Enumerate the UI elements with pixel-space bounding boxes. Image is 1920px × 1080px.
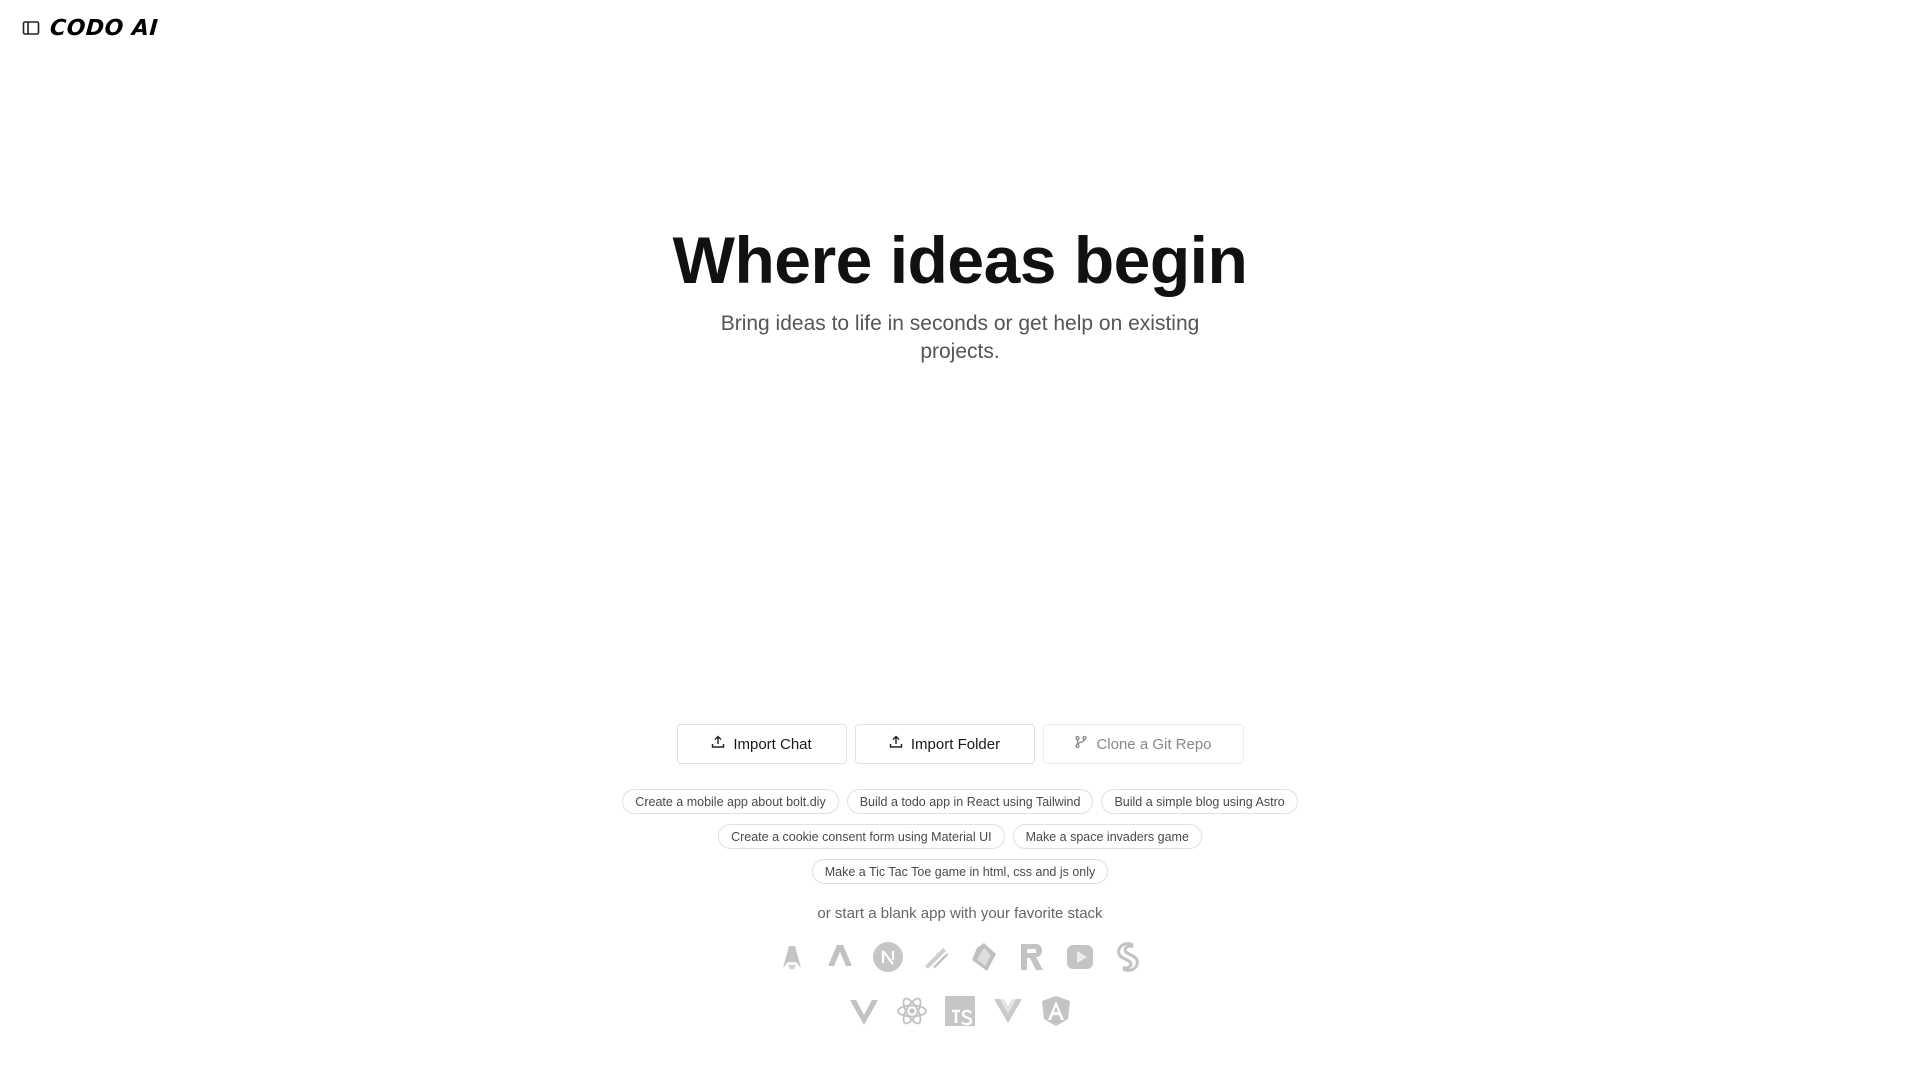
remotion-icon[interactable] xyxy=(1013,938,1051,976)
typescript-icon[interactable] xyxy=(941,992,979,1030)
clone-git-repo-button[interactable]: Clone a Git Repo xyxy=(1042,724,1244,764)
import-actions: Import Chat Import Folder Clone a Git Re… xyxy=(0,724,1920,764)
git-branch-icon xyxy=(1074,735,1088,753)
hero-section: Where ideas begin Bring ideas to life in… xyxy=(0,222,1920,366)
import-folder-label: Import Folder xyxy=(910,735,1001,753)
app-logo[interactable]: CODO AI xyxy=(49,16,159,41)
stack-icons-row-2 xyxy=(0,992,1920,1030)
nextjs-icon[interactable] xyxy=(869,938,907,976)
stack-icons-row-1 xyxy=(0,938,1920,976)
hero-subtitle: Bring ideas to life in seconds or get he… xyxy=(720,312,1200,363)
import-chat-label: Import Chat xyxy=(733,735,812,753)
sidebar-toggle-icon[interactable] xyxy=(20,17,42,39)
import-folder-button[interactable]: Import Folder xyxy=(854,724,1035,764)
stack-label: or start a blank app with your favorite … xyxy=(817,905,1103,922)
analog-icon[interactable] xyxy=(821,938,859,976)
vite-icon[interactable] xyxy=(845,992,883,1030)
qwik-icon[interactable] xyxy=(917,938,955,976)
react-icon[interactable] xyxy=(893,992,931,1030)
suggestion-chip[interactable]: Create a mobile app about bolt.diy xyxy=(622,789,839,814)
import-chat-button[interactable]: Import Chat xyxy=(676,724,847,764)
chip-row: Make a Tic Tac Toe game in html, css and… xyxy=(811,859,1109,884)
suggestion-chip[interactable]: Make a space invaders game xyxy=(1012,824,1202,849)
top-bar: CODO AI xyxy=(0,0,159,56)
suggestion-chip[interactable]: Build a simple blog using Astro xyxy=(1101,789,1298,814)
suggestion-chip[interactable]: Build a todo app in React using Tailwind xyxy=(846,789,1094,814)
vue-icon[interactable] xyxy=(989,992,1027,1030)
angular-icon[interactable] xyxy=(1037,992,1075,1030)
hero-title: Where ideas begin xyxy=(672,223,1248,297)
svelte-icon[interactable] xyxy=(1109,938,1147,976)
clone-repo-label: Clone a Git Repo xyxy=(1096,735,1212,753)
suggestion-chip[interactable]: Create a cookie consent form using Mater… xyxy=(718,824,1005,849)
remix-icon[interactable] xyxy=(965,938,1003,976)
suggestion-chip[interactable]: Make a Tic Tac Toe game in html, css and… xyxy=(811,859,1109,884)
upload-icon xyxy=(889,735,903,753)
astro-icon[interactable] xyxy=(773,938,811,976)
slidev-icon[interactable] xyxy=(1061,938,1099,976)
upload-icon xyxy=(711,735,725,753)
chip-row: Create a cookie consent form using Mater… xyxy=(718,824,1202,849)
chip-row: Create a mobile app about bolt.diy Build… xyxy=(622,789,1298,814)
suggestion-chips: Create a mobile app about bolt.diy Build… xyxy=(0,789,1920,884)
